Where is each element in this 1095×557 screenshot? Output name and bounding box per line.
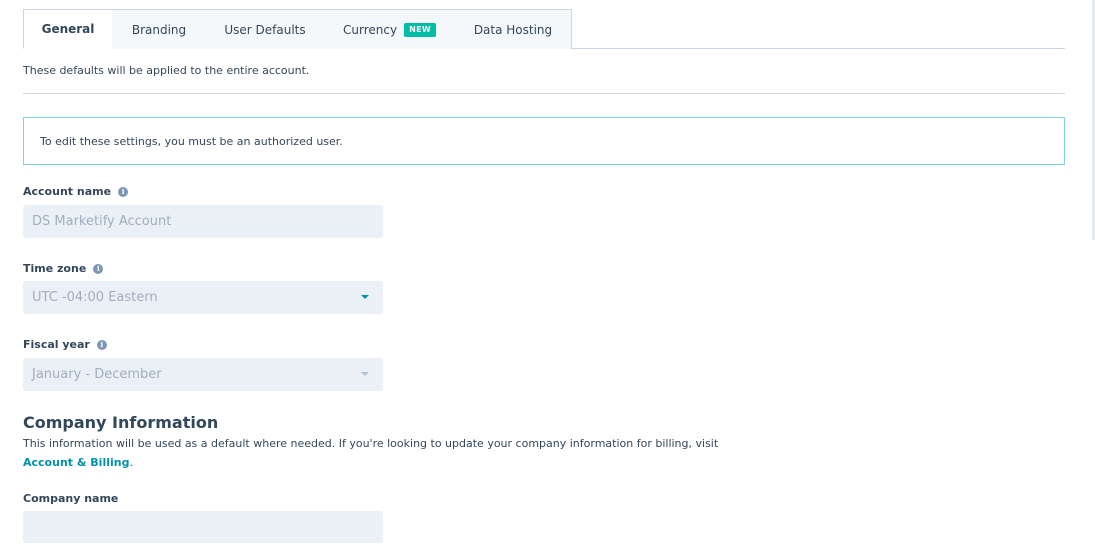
account-billing-link[interactable]: Account & Billing [23,456,129,469]
chevron-down-icon [361,372,369,376]
tab-currency-label: Currency [343,22,398,37]
fiscal-year-value: January - December [32,367,162,382]
fiscal-year-label: Fiscal year i [23,338,107,351]
time-zone-select[interactable]: UTC -04:00 Eastern [23,281,383,314]
tab-currency[interactable]: Currency NEW [324,9,456,49]
tab-user-defaults[interactable]: User Defaults [206,9,325,49]
company-name-label-text: Company name [23,492,119,505]
info-icon[interactable]: i [93,263,104,274]
company-information-heading: Company Information [23,413,219,432]
company-information-description: This information will be used as a defau… [23,434,743,472]
time-zone-value: UTC -04:00 Eastern [32,290,158,305]
time-zone-label: Time zone i [23,262,104,275]
tab-general-label: General [41,22,95,36]
company-information-desc-suffix: . [129,456,133,469]
tab-user-defaults-label: User Defaults [224,22,306,37]
tab-data-hosting-label: Data Hosting [473,22,553,37]
intro-text: These defaults will be applied to the en… [23,64,310,77]
authorization-alert: To edit these settings, you must be an a… [23,117,1065,165]
account-name-input[interactable]: DS Marketify Account [23,205,383,238]
company-information-desc-text: This information will be used as a defau… [23,437,719,450]
chevron-down-icon [361,295,369,299]
account-name-value: DS Marketify Account [32,214,172,229]
company-name-label: Company name [23,492,118,505]
info-icon[interactable]: i [96,339,107,350]
fiscal-year-label-text: Fiscal year [23,338,90,351]
tab-data-hosting[interactable]: Data Hosting [455,9,572,49]
account-name-label: Account name i [23,185,129,198]
tab-branding[interactable]: Branding [112,9,207,49]
new-badge: NEW [404,22,436,37]
tab-general[interactable]: General [23,9,113,49]
authorization-alert-text: To edit these settings, you must be an a… [40,134,343,148]
time-zone-label-text: Time zone [23,262,87,275]
settings-tabs: General Branding User Defaults Currency … [23,9,1065,49]
fiscal-year-select[interactable]: January - December [23,358,383,391]
account-defaults-page: General Branding User Defaults Currency … [0,0,1095,557]
info-icon[interactable]: i [118,186,129,197]
account-name-label-text: Account name [23,185,112,198]
company-name-input[interactable] [23,511,383,543]
tab-branding-label: Branding [131,22,187,37]
section-divider [23,93,1065,94]
